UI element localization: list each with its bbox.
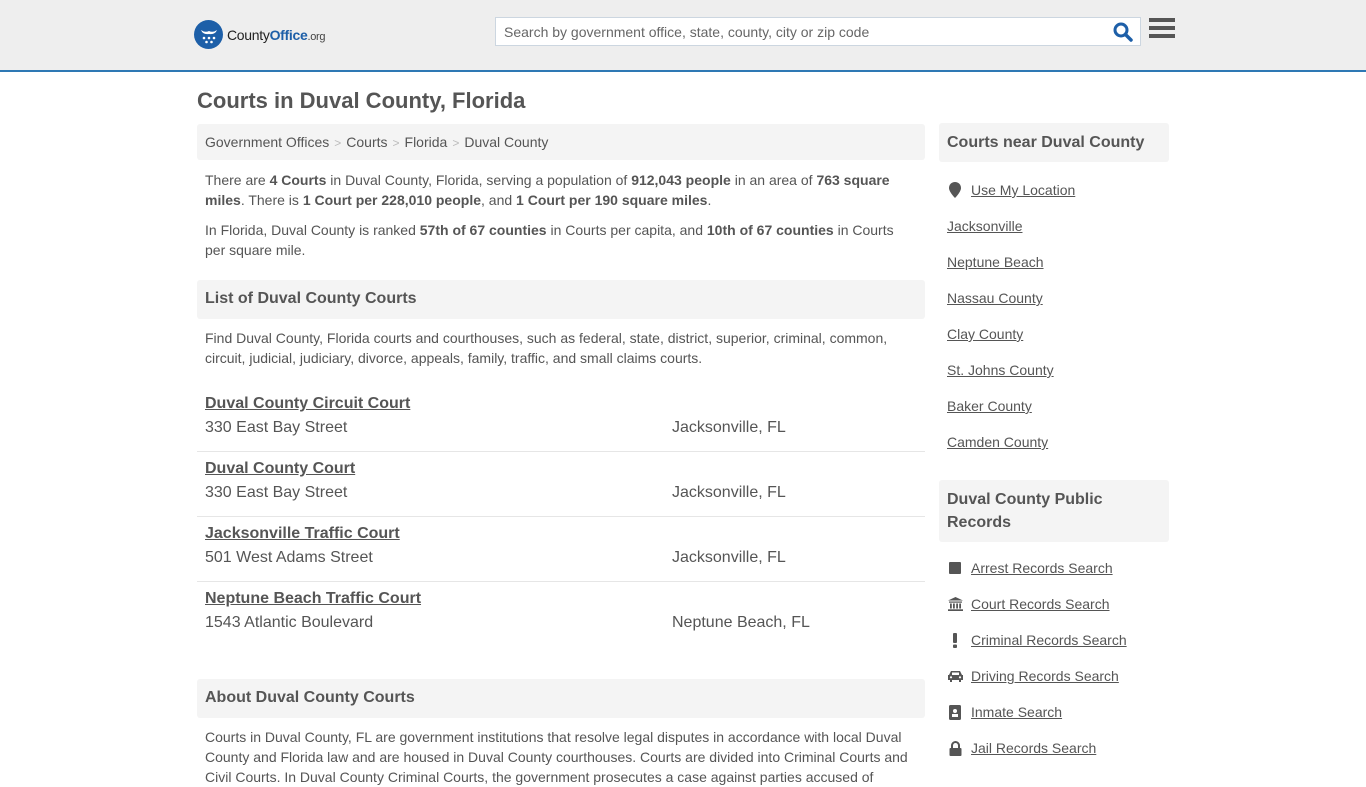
court-list-item: Duval County Court 330 East Bay Street J… [197, 452, 925, 517]
courts-near-heading: Courts near Duval County [939, 123, 1169, 162]
about-text: Courts in Duval County, FL are governmen… [205, 729, 908, 785]
logo-wordmark: CountyOffice.org [227, 26, 326, 43]
records-item: Inmate Search [947, 694, 1161, 730]
records-item: Jail Records Search [947, 730, 1161, 766]
court-name-link[interactable]: Neptune Beach Traffic Court [205, 589, 917, 609]
nearby-link-jacksonville[interactable]: Jacksonville [947, 218, 1022, 234]
nearby-link-camden-county[interactable]: Camden County [947, 434, 1048, 450]
site-header: CountyOffice.org [0, 0, 1366, 72]
court-address: 1543 Atlantic Boulevard [205, 614, 374, 631]
court-name-link[interactable]: Jacksonville Traffic Court [205, 524, 917, 544]
court-city: Jacksonville, FL [672, 549, 786, 566]
nearby-list: Use My Location Jacksonville Neptune Bea… [939, 172, 1169, 460]
about-section-heading: About Duval County Courts [197, 679, 925, 718]
court-records-link[interactable]: Court Records Search [971, 596, 1110, 612]
ranking-paragraph: In Florida, Duval County is ranked 57th … [205, 222, 894, 258]
court-name-link[interactable]: Duval County Circuit Court [205, 394, 917, 414]
search-input[interactable] [496, 18, 1106, 45]
id-badge-icon [947, 704, 963, 720]
public-records-heading: Duval County Public Records [939, 480, 1169, 542]
summary-paragraph: There are 4 Courts in Duval County, Flor… [205, 172, 890, 208]
square-icon [947, 560, 963, 576]
nearby-item: St. Johns County [947, 352, 1161, 388]
logo-office: Office [269, 26, 308, 43]
jail-records-link[interactable]: Jail Records Search [971, 740, 1096, 756]
breadcrumb-courts[interactable]: Courts [346, 134, 387, 150]
courts-per-area: 1 Court per 190 square miles [516, 192, 708, 208]
court-address: 330 East Bay Street [205, 419, 348, 436]
court-address: 501 West Adams Street [205, 549, 373, 566]
eagle-stars-logo-icon [194, 20, 223, 49]
nearby-item: Neptune Beach [947, 244, 1161, 280]
logo-org: .org [307, 30, 326, 43]
criminal-records-link[interactable]: Criminal Records Search [971, 632, 1127, 648]
lock-icon [947, 740, 963, 756]
courthouse-icon [947, 596, 963, 612]
breadcrumb-separator-icon: > [334, 136, 342, 150]
breadcrumb-duval-county[interactable]: Duval County [464, 134, 548, 150]
court-city: Neptune Beach, FL [672, 614, 810, 631]
nearby-item: Baker County [947, 388, 1161, 424]
main-content: Government Offices > Courts > Florida > Duval … [197, 124, 925, 787]
breadcrumb-government-offices[interactable]: Government Offices [205, 134, 329, 150]
list-intro: Find Duval County, Florida courts and co… [205, 330, 888, 366]
court-list-item: Neptune Beach Traffic Court 1543 Atlanti… [197, 582, 925, 647]
exclamation-icon [947, 632, 963, 648]
nearby-item: Camden County [947, 424, 1161, 460]
driving-records-link[interactable]: Driving Records Search [971, 668, 1119, 684]
courts-per-capita: 1 Court per 228,010 people [302, 192, 481, 208]
logo-county: County [227, 26, 270, 43]
nearby-link-neptune-beach[interactable]: Neptune Beach [947, 254, 1044, 270]
breadcrumb: Government Offices > Courts > Florida > Duval … [197, 124, 925, 160]
inmate-search-link[interactable]: Inmate Search [971, 704, 1062, 720]
court-name-link[interactable]: Duval County Court [205, 459, 917, 479]
map-marker-icon [947, 182, 963, 198]
records-item: Arrest Records Search [947, 550, 1161, 586]
records-item: Court Records Search [947, 586, 1161, 622]
records-item: Driving Records Search [947, 658, 1161, 694]
nearby-item: Nassau County [947, 280, 1161, 316]
court-list: Duval County Circuit Court 330 East Bay … [197, 387, 925, 647]
population: 912,043 people [631, 172, 731, 188]
rank-per-area: 10th of 67 counties [706, 222, 834, 238]
rank-per-capita: 57th of 67 counties [419, 222, 547, 238]
hamburger-menu-icon[interactable] [1149, 18, 1175, 42]
nearby-link-clay-county[interactable]: Clay County [947, 326, 1023, 342]
use-my-location-item: Use My Location [947, 172, 1161, 208]
car-icon [947, 668, 963, 684]
public-records-list: Arrest Records Search Court Records Sear… [939, 550, 1169, 766]
court-city: Jacksonville, FL [672, 419, 786, 436]
breadcrumb-separator-icon: > [452, 136, 460, 150]
nearby-link-baker-county[interactable]: Baker County [947, 398, 1032, 414]
court-count: 4 Courts [269, 172, 327, 188]
use-my-location-link[interactable]: Use My Location [971, 182, 1075, 198]
search-icon[interactable] [1112, 21, 1134, 43]
court-list-item: Duval County Circuit Court 330 East Bay … [197, 387, 925, 452]
search-box [495, 17, 1141, 46]
breadcrumb-separator-icon: > [392, 136, 400, 150]
site-logo[interactable]: CountyOffice.org [194, 20, 326, 49]
records-item: Criminal Records Search [947, 622, 1161, 658]
nearby-item: Clay County [947, 316, 1161, 352]
breadcrumb-florida[interactable]: Florida [405, 134, 448, 150]
nearby-link-st-johns-county[interactable]: St. Johns County [947, 362, 1054, 378]
nearby-link-nassau-county[interactable]: Nassau County [947, 290, 1043, 306]
list-section-heading: List of Duval County Courts [197, 280, 925, 319]
court-city: Jacksonville, FL [672, 484, 786, 501]
page-title: Courts in Duval County, Florida [197, 88, 526, 113]
sidebar: Courts near Duval County Use My Location… [939, 123, 1169, 766]
arrest-records-link[interactable]: Arrest Records Search [971, 560, 1113, 576]
nearby-item: Jacksonville [947, 208, 1161, 244]
court-list-item: Jacksonville Traffic Court 501 West Adam… [197, 517, 925, 582]
court-address: 330 East Bay Street [205, 484, 348, 501]
